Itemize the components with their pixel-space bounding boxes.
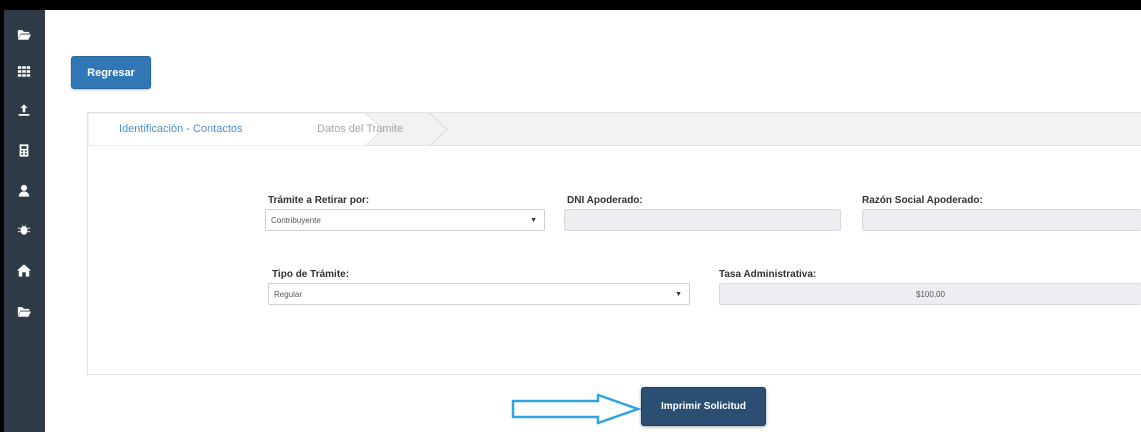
retirar-por-label: Trámite a Retirar por: bbox=[268, 195, 370, 206]
tab-bar: Identificación - Contactos Datos del Tra… bbox=[88, 113, 1141, 146]
user-icon[interactable] bbox=[13, 181, 35, 199]
razon-social-label: Razón Social Apoderado: bbox=[862, 195, 983, 206]
tipo-tramite-select[interactable]: Regular ▼ bbox=[268, 283, 690, 305]
chevron-down-icon: ▼ bbox=[530, 217, 537, 224]
dni-apoderado-label: DNI Apoderado: bbox=[567, 195, 643, 206]
window-top-border bbox=[0, 0, 1141, 10]
grid-icon[interactable] bbox=[13, 62, 35, 80]
dni-apoderado-field[interactable] bbox=[564, 209, 841, 231]
print-request-button[interactable]: Imprimir Solicitud bbox=[641, 387, 766, 426]
arrow-right-icon bbox=[511, 393, 642, 425]
tab-identificacion-contactos[interactable]: Identificación - Contactos bbox=[119, 123, 243, 135]
tasa-value: $100,00 bbox=[916, 290, 945, 299]
tab-datos-del-tramite[interactable]: Datos del Tramite bbox=[317, 123, 403, 135]
home-icon[interactable] bbox=[13, 261, 35, 279]
retirar-por-value: Contribuyente bbox=[271, 216, 321, 225]
upload-icon[interactable] bbox=[13, 101, 35, 119]
back-button[interactable]: Regresar bbox=[71, 56, 151, 89]
folder-open-icon[interactable] bbox=[13, 25, 35, 43]
calculator-icon[interactable] bbox=[13, 141, 35, 159]
sidebar bbox=[4, 10, 45, 432]
folder-icon[interactable] bbox=[13, 302, 35, 320]
bug-icon[interactable] bbox=[13, 220, 35, 238]
razon-social-field[interactable] bbox=[862, 209, 1141, 231]
form-panel: Identificación - Contactos Datos del Tra… bbox=[87, 112, 1141, 375]
tipo-tramite-label: Tipo de Trámite: bbox=[272, 269, 350, 280]
tipo-tramite-value: Regular bbox=[274, 290, 303, 299]
tasa-field: $100,00 bbox=[719, 283, 1141, 305]
chevron-down-icon: ▼ bbox=[675, 291, 682, 298]
tasa-label: Tasa Administrativa: bbox=[719, 269, 817, 280]
retirar-por-select[interactable]: Contribuyente ▼ bbox=[265, 209, 545, 231]
